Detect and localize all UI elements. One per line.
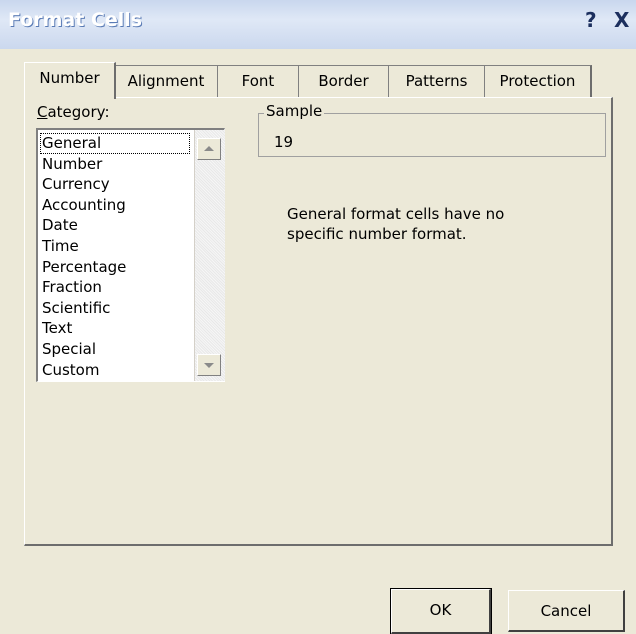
tab-border[interactable]: Border xyxy=(298,65,390,97)
cancel-button[interactable]: Cancel xyxy=(508,590,625,632)
category-item-time[interactable]: Time xyxy=(40,236,190,257)
category-item-accounting[interactable]: Accounting xyxy=(40,195,190,216)
category-scrollbar[interactable] xyxy=(194,130,225,381)
scroll-down-arrow-icon xyxy=(204,363,214,368)
tab-number[interactable]: Number xyxy=(24,62,116,99)
scroll-down-button[interactable] xyxy=(197,354,221,376)
category-item-text[interactable]: Text xyxy=(40,318,190,339)
close-icon[interactable]: X xyxy=(614,8,629,32)
format-description-line-2: specific number format. xyxy=(287,225,467,243)
category-listbox[interactable]: General Number Currency Accounting Date … xyxy=(36,128,225,382)
tab-patterns[interactable]: Patterns xyxy=(388,65,486,97)
category-label-text: ategory: xyxy=(47,103,110,121)
format-description: General format cells have no specific nu… xyxy=(287,204,587,244)
help-icon[interactable]: ? xyxy=(585,8,597,32)
tab-alignment[interactable]: Alignment xyxy=(114,65,219,97)
title-bar[interactable]: Format Cells ? X xyxy=(0,0,636,49)
category-item-percentage[interactable]: Percentage xyxy=(40,257,190,278)
tab-protection[interactable]: Protection xyxy=(484,65,592,97)
format-description-line-1: General format cells have no xyxy=(287,205,505,223)
category-item-special[interactable]: Special xyxy=(40,339,190,360)
window-title: Format Cells xyxy=(8,9,143,31)
category-item-date[interactable]: Date xyxy=(40,215,190,236)
category-label-accelerator: C xyxy=(37,103,48,121)
tab-font[interactable]: Font xyxy=(217,65,300,97)
category-item-scientific[interactable]: Scientific xyxy=(40,298,190,319)
category-label: Category: xyxy=(37,103,110,121)
ok-button[interactable]: OK xyxy=(390,588,492,634)
category-item-number[interactable]: Number xyxy=(40,154,190,175)
category-item-custom[interactable]: Custom xyxy=(40,360,190,381)
sample-legend: Sample xyxy=(264,102,325,120)
scroll-up-button[interactable] xyxy=(197,138,221,160)
category-item-currency[interactable]: Currency xyxy=(40,174,190,195)
sample-value: 19 xyxy=(274,133,294,151)
category-item-general[interactable]: General xyxy=(40,133,190,154)
category-list: General Number Currency Accounting Date … xyxy=(40,133,190,380)
scroll-up-arrow-icon xyxy=(204,146,214,151)
category-item-fraction[interactable]: Fraction xyxy=(40,277,190,298)
